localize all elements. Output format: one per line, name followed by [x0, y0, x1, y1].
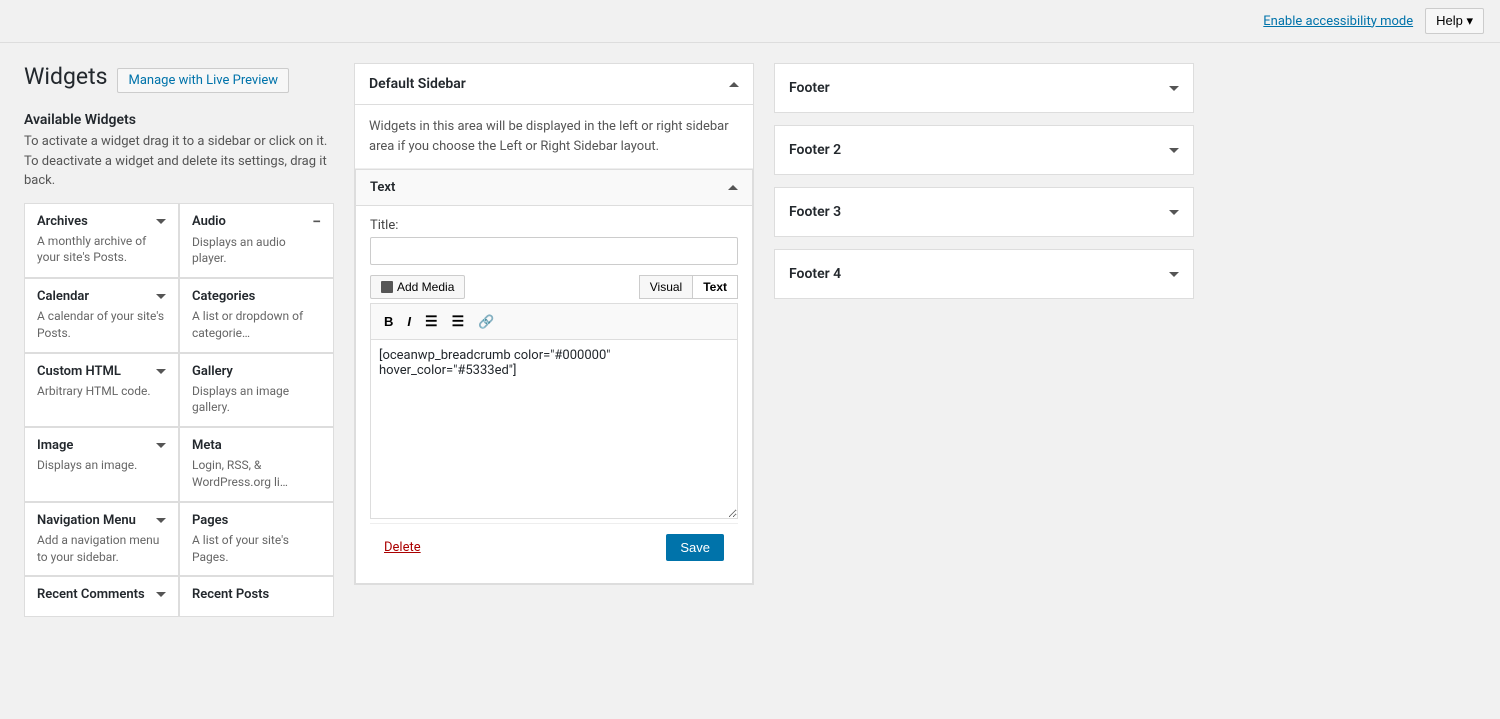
footer-4-area[interactable]: Footer 4 — [774, 249, 1194, 299]
widget-navigation-menu[interactable]: Navigation Menu Add a navigation menu to… — [24, 502, 179, 577]
chevron-down-icon — [1169, 272, 1179, 277]
footer-main-title: Footer — [789, 80, 830, 96]
widget-audio[interactable]: Audio − Displays an audio player. — [179, 203, 334, 279]
footer-3-area[interactable]: Footer 3 — [774, 187, 1194, 237]
chevron-down-icon — [156, 219, 166, 224]
footer-2-area[interactable]: Footer 2 — [774, 125, 1194, 175]
chevron-down-icon — [1169, 210, 1179, 215]
widget-custom-html[interactable]: Custom HTML Arbitrary HTML code. — [24, 353, 179, 428]
default-sidebar-title: Default Sidebar — [369, 76, 466, 92]
save-button[interactable]: Save — [666, 534, 724, 561]
title-label: Title: — [370, 218, 738, 233]
visual-text-tabs: Visual Text — [639, 275, 738, 299]
link-icon: 🔗 — [478, 314, 494, 329]
chevron-down-icon — [156, 369, 166, 374]
editor-toolbar: Add Media Visual Text — [370, 275, 738, 299]
text-widget-title: Text — [370, 180, 395, 195]
chevron-down-icon — [156, 294, 166, 299]
available-widgets-title: Available Widgets — [24, 112, 334, 128]
available-widgets-panel: Widgets Manage with Live Preview Availab… — [24, 63, 334, 617]
ul-icon: ☰ — [425, 313, 438, 329]
manage-live-preview-button[interactable]: Manage with Live Preview — [117, 68, 289, 93]
text-widget-header[interactable]: Text — [356, 170, 752, 206]
link-button[interactable]: 🔗 — [473, 311, 499, 333]
widget-footer: Delete Save — [370, 523, 738, 571]
ordered-list-button[interactable]: ☰ — [447, 310, 470, 333]
chevron-down-icon — [1169, 148, 1179, 153]
widget-recent-comments[interactable]: Recent Comments — [24, 576, 179, 617]
title-input[interactable] — [370, 237, 738, 265]
text-tab[interactable]: Text — [693, 275, 738, 299]
widget-gallery[interactable]: Gallery Displays an image gallery. — [179, 353, 334, 428]
chevron-down-icon — [156, 592, 166, 597]
minus-icon: − — [312, 214, 321, 230]
chevron-down-icon — [1169, 86, 1179, 91]
accessibility-link[interactable]: Enable accessibility mode — [1263, 14, 1413, 29]
unordered-list-button[interactable]: ☰ — [420, 310, 443, 333]
page-title: Widgets — [24, 63, 107, 90]
chevron-down-icon — [156, 443, 166, 448]
content-editor[interactable]: [oceanwp_breadcrumb color="#000000" hove… — [370, 339, 738, 519]
default-sidebar-box: Default Sidebar Widgets in this area wil… — [354, 63, 754, 585]
title-field-group: Title: — [370, 218, 738, 265]
footer-area-main[interactable]: Footer — [774, 63, 1194, 113]
chevron-up-icon — [728, 185, 738, 190]
available-widgets-desc: To activate a widget drag it to a sideba… — [24, 132, 334, 191]
chevron-up-icon — [729, 82, 739, 87]
widget-calendar[interactable]: Calendar A calendar of your site's Posts… — [24, 278, 179, 353]
ol-icon: ☰ — [452, 313, 465, 329]
widget-recent-posts[interactable]: Recent Posts — [179, 576, 334, 617]
widget-list: Archives A monthly archive of your site'… — [24, 203, 334, 618]
widget-categories[interactable]: Categories A list or dropdown of categor… — [179, 278, 334, 353]
widget-image[interactable]: Image Displays an image. — [24, 427, 179, 502]
text-widget-body: Title: Add Media Visual Text — [356, 206, 752, 583]
widget-pages[interactable]: Pages A list of your site's Pages. — [179, 502, 334, 577]
footer-4-title: Footer 4 — [789, 266, 841, 282]
widget-archives[interactable]: Archives A monthly archive of your site'… — [24, 203, 179, 279]
add-media-button[interactable]: Add Media — [370, 275, 465, 299]
default-sidebar-desc: Widgets in this area will be displayed i… — [355, 105, 753, 169]
top-bar: Enable accessibility mode Help ▾ — [0, 0, 1500, 43]
text-widget: Text Title: Add Media Visual — [355, 169, 753, 584]
chevron-down-icon — [156, 518, 166, 523]
default-sidebar-panel: Default Sidebar Widgets in this area wil… — [354, 63, 754, 617]
delete-link[interactable]: Delete — [384, 540, 421, 555]
format-toolbar: B I ☰ ☰ 🔗 — [370, 303, 738, 339]
bold-button[interactable]: B — [379, 311, 398, 332]
visual-tab[interactable]: Visual — [639, 275, 693, 299]
media-icon — [381, 281, 393, 293]
italic-button[interactable]: I — [402, 311, 416, 332]
help-button[interactable]: Help ▾ — [1425, 8, 1484, 34]
footer-3-title: Footer 3 — [789, 204, 841, 220]
footer-2-title: Footer 2 — [789, 142, 841, 158]
widget-meta[interactable]: Meta Login, RSS, & WordPress.org li… — [179, 427, 334, 502]
footer-areas-panel: Footer Footer 2 Footer 3 Footer 4 — [774, 63, 1194, 617]
default-sidebar-header[interactable]: Default Sidebar — [355, 64, 753, 105]
